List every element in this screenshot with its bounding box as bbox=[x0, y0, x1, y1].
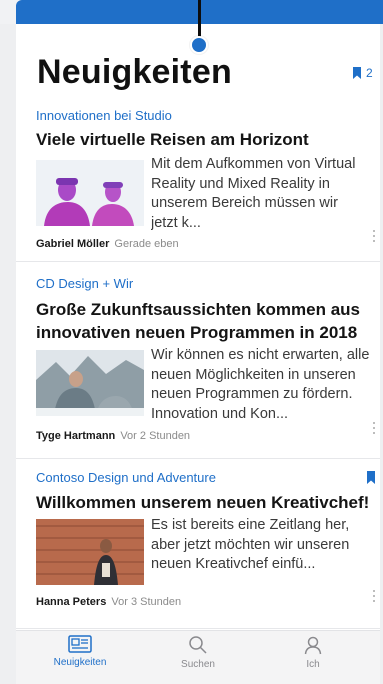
article-time: Gerade eben bbox=[114, 238, 179, 250]
app-screen: Neuigkeiten 2 Innovationen bei Studio Vi… bbox=[0, 0, 383, 684]
callout-dot bbox=[190, 36, 208, 54]
article-headline[interactable]: Willkommen unserem neuen Kreativchef! bbox=[36, 491, 376, 514]
page-title: Neuigkeiten bbox=[37, 53, 232, 91]
article-headline[interactable]: Viele virtuelle Reisen am Horizont bbox=[36, 128, 376, 151]
article-card[interactable]: Contoso Design und Adventure Willkommen … bbox=[16, 459, 380, 629]
article-byline: Hanna Peters Vor 3 Stunden bbox=[36, 596, 181, 608]
article-category[interactable]: Innovationen bei Studio bbox=[36, 108, 172, 123]
article-byline: Gabriel Möller Gerade eben bbox=[36, 238, 179, 250]
article-thumbnail bbox=[36, 160, 144, 226]
left-rail bbox=[0, 24, 16, 684]
article-author: Gabriel Möller bbox=[36, 238, 110, 250]
article-category[interactable]: CD Design + Wir bbox=[36, 276, 133, 291]
tab-label: Ich bbox=[306, 659, 320, 670]
person-icon bbox=[304, 636, 322, 655]
saved-articles-button[interactable]: 2 bbox=[352, 66, 373, 80]
article-time: Vor 3 Stunden bbox=[111, 596, 182, 608]
article-excerpt: Es ist bereits eine Zeitlang her, aber j… bbox=[151, 517, 350, 572]
tab-label: Suchen bbox=[181, 659, 215, 670]
article-author: Hanna Peters bbox=[36, 596, 107, 608]
article-thumbnail bbox=[36, 519, 144, 585]
article-category[interactable]: Contoso Design und Adventure bbox=[36, 470, 216, 485]
bookmark-icon bbox=[353, 67, 361, 79]
search-icon bbox=[189, 636, 207, 654]
saved-count: 2 bbox=[366, 66, 373, 80]
news-icon bbox=[68, 635, 92, 653]
article-excerpt: Wir können es nicht erwarten, alle neuen… bbox=[151, 347, 370, 422]
tab-label: Neuigkeiten bbox=[53, 657, 107, 668]
article-excerpt: Mit dem Aufkommen von Virtual Reality un… bbox=[151, 156, 356, 231]
article-card[interactable]: CD Design + Wir Große Zukunftsaussichten… bbox=[16, 262, 380, 459]
article-card[interactable]: Innovationen bei Studio Viele virtuelle … bbox=[16, 100, 380, 262]
tab-me[interactable]: Ich bbox=[273, 635, 353, 670]
tab-news[interactable]: Neuigkeiten bbox=[40, 635, 120, 668]
article-author: Tyge Hartmann bbox=[36, 430, 116, 442]
tab-bar: Neuigkeiten Suchen Ich bbox=[16, 630, 380, 684]
tab-search[interactable]: Suchen bbox=[158, 635, 238, 670]
article-byline: Tyge Hartmann Vor 2 Stunden bbox=[36, 430, 190, 442]
article-time: Vor 2 Stunden bbox=[120, 430, 191, 442]
article-thumbnail bbox=[36, 350, 144, 416]
article-headline[interactable]: Große Zukunftsaussichten kommen aus inno… bbox=[36, 298, 376, 344]
more-options-icon[interactable] bbox=[372, 230, 376, 250]
more-options-icon[interactable] bbox=[372, 422, 376, 442]
bookmark-icon[interactable] bbox=[366, 471, 376, 484]
more-options-icon[interactable] bbox=[372, 590, 376, 610]
